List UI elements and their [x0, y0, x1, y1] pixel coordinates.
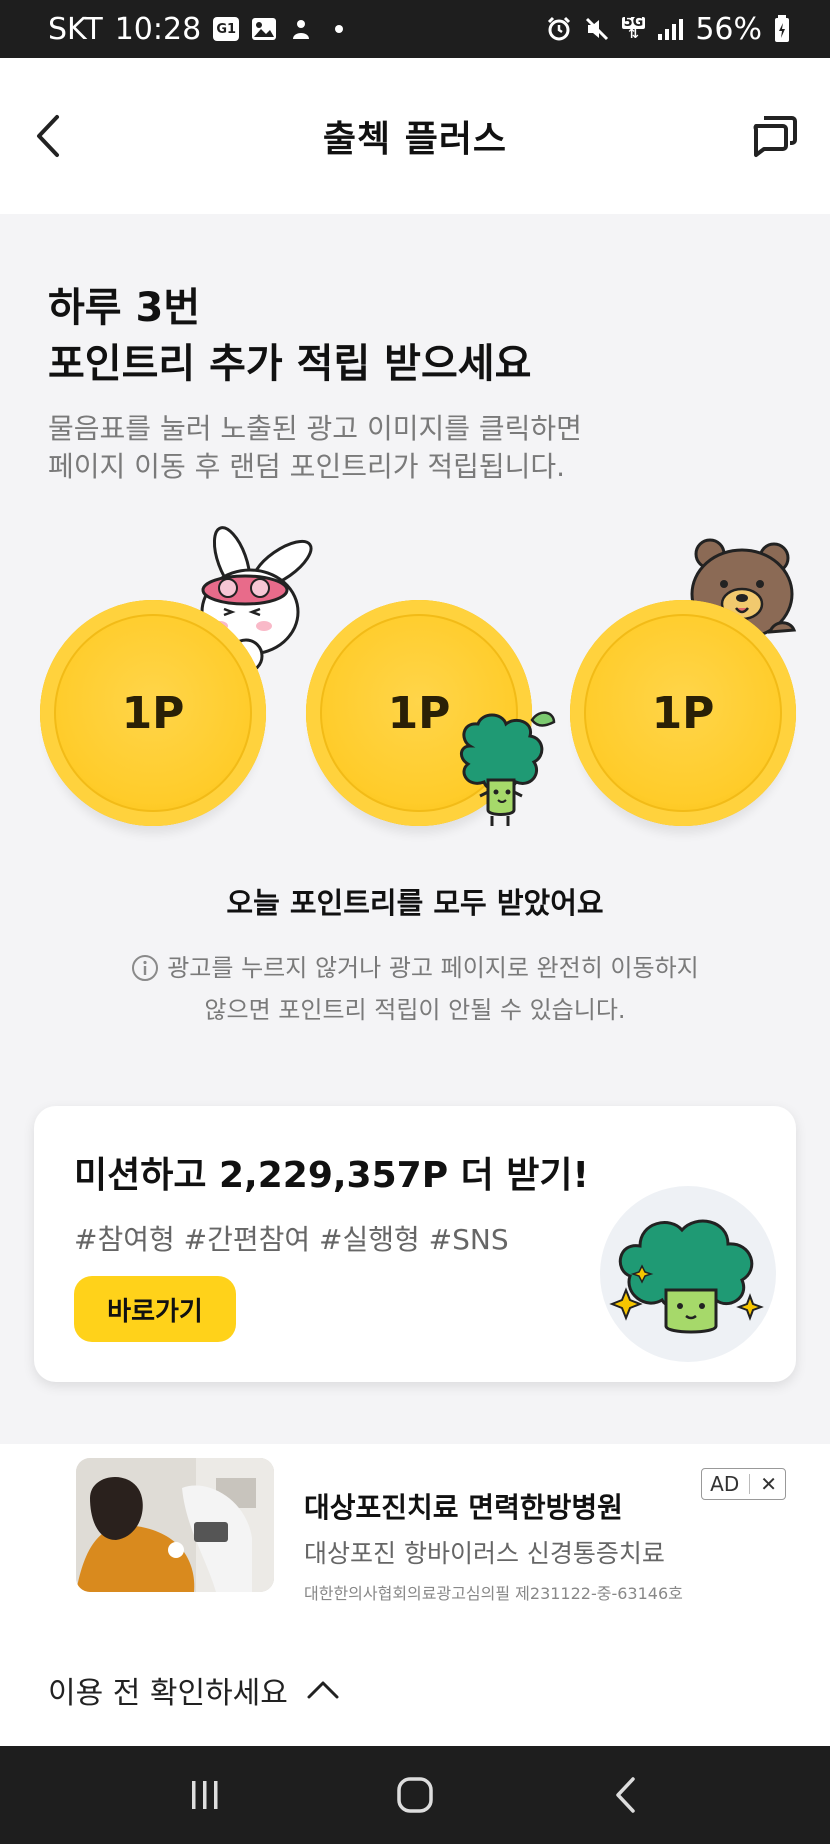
app-header: 출첵 플러스 [0, 58, 830, 214]
hero-title-line2: 포인트리 추가 적립 받으세요 [48, 341, 532, 387]
ad-close-icon[interactable]: ✕ [760, 1472, 777, 1496]
coin-label: 1P [651, 687, 715, 739]
ad-title[interactable]: 대상포진치료 면력한방병원 [304, 1486, 623, 1526]
data-arrows-icon: ⇅ [628, 27, 639, 42]
ad-thumbnail[interactable] [76, 1458, 274, 1592]
mission-illustration [600, 1186, 776, 1362]
status-bar: SKT 10:28 G1 5G ⇅ 56% [0, 0, 830, 58]
hero-title-line1: 하루 3번 [48, 285, 201, 331]
g1-badge-icon: G1 [213, 17, 240, 41]
ad-label: AD [710, 1472, 740, 1496]
coin-label: 1P [121, 687, 185, 739]
mission-tags: #참여형 #간편참여 #실행형 #SNS [74, 1223, 509, 1256]
ad-fine-print: 대한한의사협회의료광고심의필 제231122-중-63146호 [304, 1584, 683, 1603]
ad-banner[interactable]: 대상포진치료 면력한방병원 대상포진 항바이러스 신경통증치료 대한한의사협회의… [0, 1444, 830, 1628]
back-button[interactable] [28, 106, 68, 166]
broccoli-sparkle-icon [609, 1219, 764, 1334]
alarm-icon [546, 16, 572, 42]
chevron-up-icon [307, 1681, 339, 1699]
hero-desc-line2: 페이지 이동 후 랜덤 포인트리가 적립됩니다. [48, 450, 566, 483]
mission-card[interactable]: 미션하고 2,229,357P 더 받기! #참여형 #간편참여 #실행형 #S… [34, 1106, 796, 1382]
battery-percent: 56% [695, 11, 762, 47]
hero-description: 물음표를 눌러 노출된 광고 이미지를 클릭하면 페이지 이동 후 랜덤 포인트… [48, 410, 788, 486]
coin-3[interactable]: 1P [570, 600, 796, 826]
signal-icon [657, 17, 684, 41]
carrier-label: SKT [48, 11, 103, 47]
status-right: 5G ⇅ 56% [546, 12, 790, 47]
notice-line2: 않으면 포인트리 적립이 안될 수 있습니다. [204, 996, 626, 1024]
page-title: 출첵 플러스 [322, 119, 508, 160]
recent-apps-icon [192, 1781, 218, 1809]
coin-label: 1P [387, 687, 451, 739]
hero-desc-line1: 물음표를 눌러 노출된 광고 이미지를 클릭하면 [48, 412, 582, 445]
broccoli-character-icon [460, 711, 556, 826]
notice-line1: 광고를 누르지 않거나 광고 페이지로 완전히 이동하지 [167, 954, 699, 982]
home-button[interactable] [385, 1765, 445, 1825]
battery-icon [774, 15, 790, 43]
status-left: SKT 10:28 G1 [48, 11, 344, 47]
gallery-icon [251, 17, 277, 41]
usage-notice-label: 이용 전 확인하세요 [48, 1676, 288, 1711]
clock: 10:28 [114, 11, 202, 47]
mission-title: 미션하고 2,229,357P 더 받기! [74, 1155, 589, 1196]
ad-photo-icon [76, 1458, 274, 1592]
coin-row: 1P 1P 1P [0, 510, 830, 850]
5g-icon: 5G ⇅ [621, 16, 646, 42]
chevron-left-icon [37, 115, 59, 157]
ad-badge: AD ✕ [701, 1468, 786, 1500]
system-nav-bar [0, 1746, 830, 1844]
info-icon [132, 955, 159, 981]
recent-apps-button[interactable] [175, 1765, 235, 1825]
notice-line1-wrap: 광고를 누르지 않거나 광고 페이지로 완전히 이동하지 [131, 950, 699, 986]
notice: 광고를 누르지 않거나 광고 페이지로 완전히 이동하지 않으면 포인트리 적립… [0, 950, 830, 1028]
dot-icon [335, 25, 344, 33]
nav-back-button[interactable] [595, 1765, 655, 1825]
chat-bubbles-icon [753, 116, 797, 157]
back-icon [616, 1777, 635, 1813]
hero-section: 하루 3번 포인트리 추가 적립 받으세요 물음표를 눌러 노출된 광고 이미지… [48, 280, 788, 486]
ad-divider [749, 1474, 751, 1494]
ad-subtitle: 대상포진 항바이러스 신경통증치료 [304, 1539, 665, 1568]
mute-icon [584, 16, 610, 42]
screen: SKT 10:28 G1 5G ⇅ 56% 출첵 플러스 하루 3번 포인트리 … [0, 0, 830, 1844]
go-button[interactable]: 바로가기 [74, 1276, 236, 1342]
shortcut-icon [289, 17, 313, 41]
hero-title: 하루 3번 포인트리 추가 적립 받으세요 [48, 280, 788, 392]
usage-notice-section: 이용 전 확인하세요 [0, 1628, 830, 1746]
coin-1[interactable]: 1P [40, 600, 266, 826]
status-message: 오늘 포인트리를 모두 받았어요 [226, 886, 604, 920]
usage-notice-toggle[interactable]: 이용 전 확인하세요 [48, 1668, 340, 1712]
chat-button[interactable] [746, 108, 802, 164]
home-icon [397, 1777, 433, 1813]
